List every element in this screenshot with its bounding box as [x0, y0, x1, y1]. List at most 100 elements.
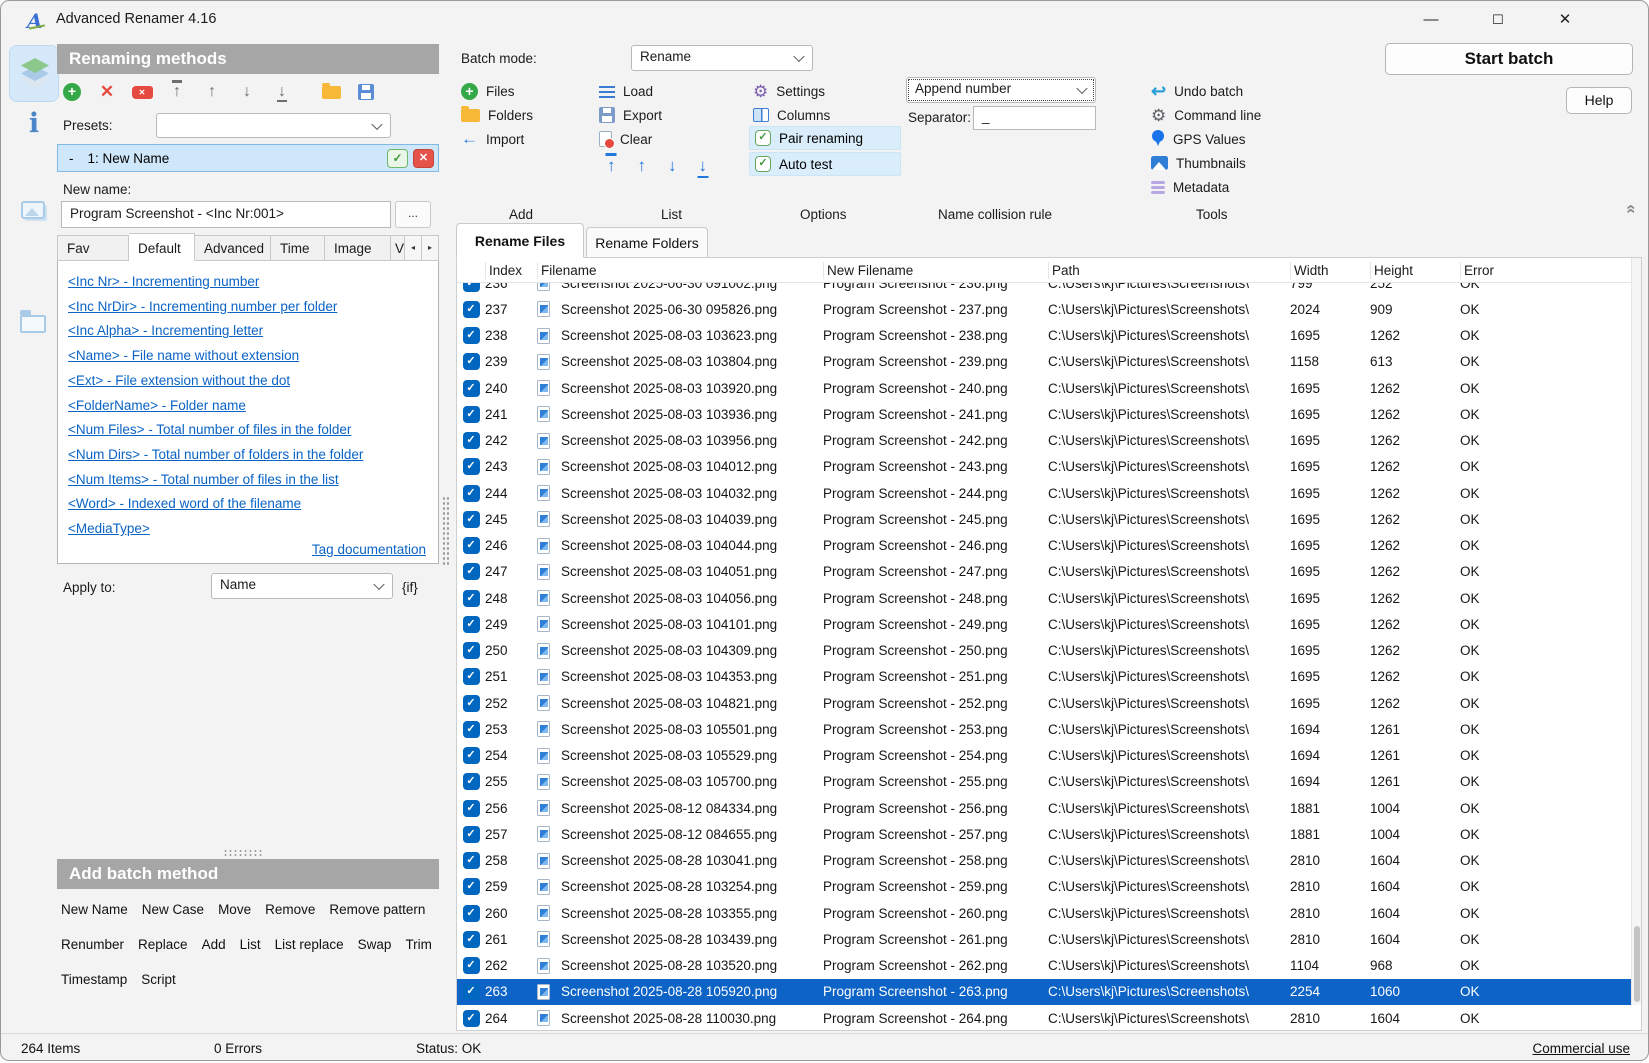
- rail-methods-button[interactable]: [9, 45, 59, 102]
- table-row[interactable]: ✓ 255 Screenshot 2025-08-03 105700.png P…: [457, 769, 1641, 795]
- clear-button[interactable]: Clear: [599, 129, 652, 149]
- separator-input[interactable]: _: [973, 106, 1096, 130]
- tab-image[interactable]: Image: [325, 235, 391, 261]
- tag-link[interactable]: <Ext> - File extension without the dot: [68, 369, 438, 394]
- tab-time[interactable]: Time: [271, 235, 325, 261]
- table-row[interactable]: ✓ 250 Screenshot 2025-08-03 104309.png P…: [457, 638, 1641, 664]
- add-method-link[interactable]: Add: [202, 937, 226, 952]
- row-checkbox[interactable]: ✓: [463, 852, 480, 869]
- commercial-use-link[interactable]: Commercial use: [1532, 1041, 1630, 1056]
- table-row[interactable]: ✓ 259 Screenshot 2025-08-28 103254.png P…: [457, 874, 1641, 900]
- row-checkbox[interactable]: ✓: [463, 485, 480, 502]
- start-batch-button[interactable]: Start batch: [1385, 43, 1633, 75]
- add-method-link[interactable]: New Case: [142, 902, 204, 917]
- move-bottom-button[interactable]: ↓: [699, 156, 708, 176]
- add-method-link[interactable]: Move: [218, 902, 251, 917]
- tab-rename-files[interactable]: Rename Files: [456, 223, 584, 258]
- batch-mode-dropdown[interactable]: Rename: [631, 45, 813, 71]
- add-method-link[interactable]: Replace: [138, 937, 188, 952]
- row-checkbox[interactable]: ✓: [463, 826, 480, 843]
- method-delete-button[interactable]: ✕: [413, 149, 434, 168]
- move-method-bottom-button[interactable]: ↓: [271, 80, 293, 104]
- add-method-link[interactable]: Remove: [265, 902, 315, 917]
- add-method-link[interactable]: Timestamp: [61, 972, 127, 987]
- move-up-button[interactable]: ↑: [638, 156, 647, 176]
- tag-documentation-link[interactable]: Tag documentation: [312, 542, 426, 557]
- header-new-filename[interactable]: New Filename: [823, 262, 1048, 279]
- more-button[interactable]: ...: [395, 201, 431, 228]
- table-row[interactable]: ✓ 238 Screenshot 2025-08-03 103623.png P…: [457, 323, 1641, 349]
- add-method-link[interactable]: Script: [141, 972, 176, 987]
- settings-button[interactable]: ⚙Settings: [753, 81, 825, 101]
- tag-link[interactable]: <Inc Nr> - Incrementing number: [68, 270, 438, 295]
- table-row[interactable]: ✓ 264 Screenshot 2025-08-28 110030.png P…: [457, 1005, 1641, 1030]
- undo-batch-button[interactable]: ↩Undo batch: [1151, 81, 1243, 101]
- row-checkbox[interactable]: ✓: [463, 327, 480, 344]
- command-line-button[interactable]: ⚙Command line: [1151, 105, 1261, 125]
- auto-test-toggle[interactable]: ✓Auto test: [749, 152, 901, 176]
- table-row[interactable]: ✓ 244 Screenshot 2025-08-03 104032.png P…: [457, 480, 1641, 506]
- row-checkbox[interactable]: ✓: [463, 563, 480, 580]
- clear-methods-button[interactable]: ✕: [131, 80, 153, 104]
- row-checkbox[interactable]: ✓: [463, 353, 480, 370]
- tag-link[interactable]: <Num Files> - Total number of files in t…: [68, 418, 438, 443]
- scrollbar-thumb[interactable]: [1634, 926, 1640, 1002]
- header-index[interactable]: Index: [485, 262, 537, 279]
- import-button[interactable]: ←Import: [461, 129, 524, 149]
- move-top-button[interactable]: ↑: [607, 156, 616, 176]
- add-method-link[interactable]: List: [240, 937, 261, 952]
- files-button[interactable]: +Files: [461, 81, 515, 101]
- table-row[interactable]: ✓ 256 Screenshot 2025-08-12 084334.png P…: [457, 795, 1641, 821]
- row-checkbox[interactable]: ✓: [463, 406, 480, 423]
- table-row[interactable]: ✓ 241 Screenshot 2025-08-03 103936.png P…: [457, 401, 1641, 427]
- collapse-toolbar-icon[interactable]: «: [1622, 204, 1642, 213]
- move-down-button[interactable]: ↓: [668, 156, 677, 176]
- row-checkbox[interactable]: ✓: [463, 380, 480, 397]
- vertical-splitter[interactable]: [442, 496, 450, 566]
- table-row[interactable]: ✓ 263 Screenshot 2025-08-28 105920.png P…: [457, 979, 1641, 1005]
- add-method-link[interactable]: Swap: [358, 937, 392, 952]
- method-item[interactable]: - 1: New Name ✓ ✕: [57, 144, 439, 172]
- save-preset-button[interactable]: [355, 80, 377, 104]
- horizontal-splitter[interactable]: [223, 849, 263, 857]
- metadata-button[interactable]: Metadata: [1151, 177, 1229, 197]
- table-row[interactable]: ✓ 239 Screenshot 2025-08-03 103804.png P…: [457, 349, 1641, 375]
- row-checkbox[interactable]: ✓: [463, 721, 480, 738]
- row-checkbox[interactable]: ✓: [463, 983, 480, 1000]
- rail-images-button[interactable]: [9, 197, 59, 231]
- table-row[interactable]: ✓ 260 Screenshot 2025-08-28 103355.png P…: [457, 900, 1641, 926]
- row-checkbox[interactable]: ✓: [463, 1010, 480, 1027]
- method-enabled-checkbox[interactable]: ✓: [387, 149, 408, 168]
- tab-video-clipped[interactable]: V: [391, 235, 405, 261]
- table-row[interactable]: ✓ 237 Screenshot 2025-06-30 095826.png P…: [457, 296, 1641, 322]
- add-method-link[interactable]: Trim: [405, 937, 432, 952]
- tab-scroll-right-button[interactable]: ▸: [422, 235, 439, 261]
- row-checkbox[interactable]: ✓: [463, 668, 480, 685]
- rail-folder-button[interactable]: [9, 309, 59, 343]
- close-button[interactable]: ✕: [1542, 1, 1588, 39]
- table-row[interactable]: ✓ 252 Screenshot 2025-08-03 104821.png P…: [457, 690, 1641, 716]
- row-checkbox[interactable]: ✓: [463, 432, 480, 449]
- pair-renaming-toggle[interactable]: ✓Pair renaming: [749, 126, 901, 150]
- add-method-link[interactable]: Remove pattern: [329, 902, 425, 917]
- tab-rename-folders[interactable]: Rename Folders: [586, 227, 708, 258]
- move-method-up-button[interactable]: ↑: [201, 80, 223, 104]
- load-button[interactable]: Load: [599, 81, 653, 101]
- method-collapse-dash[interactable]: -: [69, 151, 74, 166]
- table-row[interactable]: ✓ 243 Screenshot 2025-08-03 104012.png P…: [457, 454, 1641, 480]
- tag-link[interactable]: <Num Items> - Total number of files in t…: [68, 468, 438, 493]
- header-error[interactable]: Error: [1460, 262, 1641, 279]
- row-checkbox[interactable]: ✓: [463, 537, 480, 554]
- row-checkbox[interactable]: ✓: [463, 642, 480, 659]
- table-row[interactable]: ✓ 247 Screenshot 2025-08-03 104051.png P…: [457, 559, 1641, 585]
- table-row[interactable]: ✓ 253 Screenshot 2025-08-03 105501.png P…: [457, 716, 1641, 742]
- row-checkbox[interactable]: ✓: [463, 878, 480, 895]
- row-checkbox[interactable]: ✓: [463, 616, 480, 633]
- add-method-link[interactable]: New Name: [61, 902, 128, 917]
- tag-link[interactable]: <Num Dirs> - Total number of folders in …: [68, 443, 438, 468]
- maximize-button[interactable]: ☐: [1475, 1, 1521, 39]
- minimize-button[interactable]: —: [1408, 1, 1454, 39]
- table-row[interactable]: ✓ 245 Screenshot 2025-08-03 104039.png P…: [457, 506, 1641, 532]
- add-method-button[interactable]: +: [61, 80, 83, 104]
- tag-link[interactable]: <Word> - Indexed word of the filename: [68, 492, 438, 517]
